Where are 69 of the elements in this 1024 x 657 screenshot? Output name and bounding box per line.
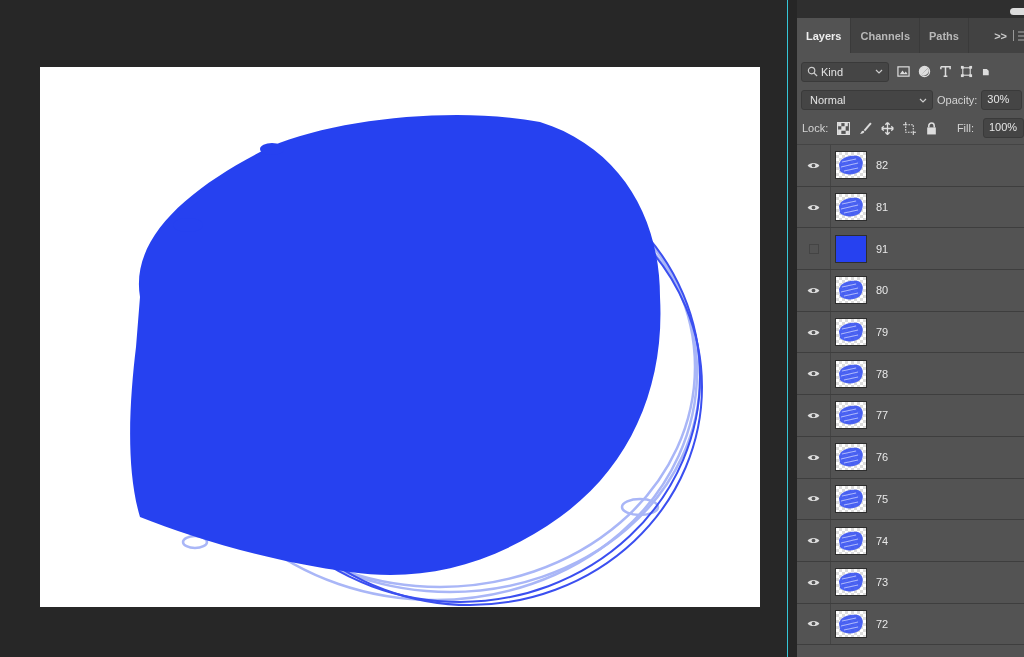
eye-icon[interactable] <box>807 410 820 420</box>
shape-filter-icon[interactable] <box>960 65 973 78</box>
expand-panels-button[interactable]: >> <box>988 18 1013 53</box>
layer-name: 76 <box>876 451 889 464</box>
eye-icon[interactable] <box>807 577 820 587</box>
fill-label: Fill: <box>956 122 974 134</box>
layer-row[interactable]: 79 <box>797 311 1024 354</box>
layer-thumbnail <box>835 401 867 430</box>
layer-name: 72 <box>876 617 889 630</box>
layer-name: 91 <box>876 242 889 255</box>
adjustment-filter-icon[interactable] <box>918 65 931 78</box>
opacity-field[interactable]: 30% <box>981 90 1023 110</box>
layer-name: 75 <box>876 492 889 505</box>
layer-row[interactable]: 72 <box>797 603 1024 646</box>
lock-label: Lock: <box>802 122 829 134</box>
layer-thumbnail <box>835 276 867 305</box>
eye-icon[interactable] <box>807 452 820 462</box>
eye-icon[interactable] <box>807 619 820 629</box>
filter-dropdown[interactable]: Kind <box>801 61 889 82</box>
layer-thumbnail <box>835 568 867 597</box>
eye-icon[interactable] <box>807 369 820 379</box>
image-filter-icon[interactable] <box>897 65 910 78</box>
lock-icon[interactable] <box>925 121 939 135</box>
layer-row[interactable]: 75 <box>797 478 1024 521</box>
eye-icon[interactable] <box>807 160 820 170</box>
layer-name: 73 <box>876 576 889 589</box>
layer-thumbnail <box>835 151 867 180</box>
layer-row[interactable]: 74 <box>797 520 1024 562</box>
eye-icon[interactable] <box>807 202 820 212</box>
layer-name: 78 <box>876 367 889 380</box>
eye-icon[interactable] <box>807 285 820 295</box>
layer-row[interactable]: 76 <box>797 436 1024 479</box>
layer-row[interactable]: 82 <box>797 145 1024 187</box>
layer-thumbnail <box>835 193 867 222</box>
layer-name: 81 <box>876 201 889 214</box>
layer-row[interactable]: 78 <box>797 353 1024 396</box>
fill-field[interactable]: 100% <box>983 118 1024 138</box>
toggle-knob-icon <box>1010 8 1024 15</box>
eye-icon[interactable] <box>807 494 820 504</box>
search-icon <box>807 66 818 77</box>
blend-mode-dropdown[interactable]: Normal <box>801 90 933 110</box>
layer-name: 82 <box>876 159 889 172</box>
brush-icon[interactable] <box>859 121 873 135</box>
layer-thumbnail <box>835 609 867 638</box>
caret-icon <box>919 97 927 103</box>
layer-thumbnail <box>835 318 867 347</box>
layer-name: 74 <box>876 534 889 547</box>
checkerboard-lock-icon[interactable] <box>837 121 851 135</box>
panel-tab[interactable]: Layers <box>797 18 852 53</box>
layer-name: 79 <box>876 326 889 339</box>
layer-thumbnail <box>835 359 867 388</box>
layer-name: 77 <box>876 409 889 422</box>
layer-row[interactable]: 91 <box>797 228 1024 271</box>
opacity-label: Opacity: <box>937 94 978 106</box>
eye-icon[interactable] <box>807 327 820 337</box>
layer-row[interactable]: 77 <box>797 395 1024 437</box>
move-icon[interactable] <box>881 121 895 135</box>
type-filter-icon[interactable] <box>939 65 952 78</box>
layer-thumbnail <box>835 234 867 263</box>
eye-icon[interactable] <box>807 536 820 546</box>
layer-thumbnail <box>835 443 867 472</box>
caret-icon <box>875 69 883 74</box>
layer-row[interactable]: 80 <box>797 270 1024 312</box>
layer-thumbnail <box>835 484 867 513</box>
layer-row[interactable]: 81 <box>797 186 1024 229</box>
layer-row[interactable]: 73 <box>797 561 1024 604</box>
layer-name: 80 <box>876 284 889 297</box>
layer-thumbnail <box>835 526 867 555</box>
artboard-lock-icon[interactable] <box>903 121 917 135</box>
